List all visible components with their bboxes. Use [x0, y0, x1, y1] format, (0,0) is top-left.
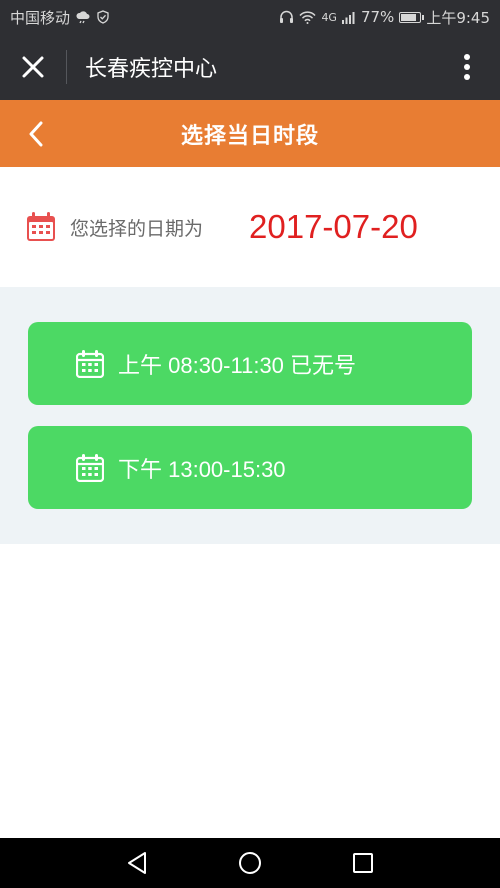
weather-cloud-icon	[76, 11, 90, 24]
calendar-icon	[76, 453, 104, 482]
page-title: 选择当日时段	[180, 123, 319, 149]
status-right: 4G 77% 上午9:45	[279, 7, 490, 28]
page-header: 选择当日时段	[0, 100, 500, 167]
time-slots-area: 上午 08:30-11:30 已无号 下午 13:00-15:30	[0, 287, 500, 544]
time-slot-morning[interactable]: 上午 08:30-11:30 已无号	[28, 322, 472, 405]
headset-icon	[280, 10, 294, 23]
time-slot-afternoon[interactable]: 下午 13:00-15:30	[28, 426, 472, 509]
date-label: 您选择的日期为	[70, 217, 204, 240]
chevron-left-icon	[29, 121, 43, 146]
back-button[interactable]	[16, 100, 56, 167]
nav-recents-button[interactable]	[343, 843, 383, 883]
time-slot-label: 下午 13:00-15:30	[118, 456, 286, 482]
clock: 上午9:45	[426, 8, 490, 27]
nav-home-button[interactable]	[230, 843, 270, 883]
nav-back-button[interactable]	[117, 843, 157, 883]
home-circle-icon	[238, 852, 261, 874]
battery-percent: 77%	[360, 8, 395, 26]
close-button[interactable]	[0, 34, 66, 100]
recents-square-icon	[353, 853, 374, 873]
status-bar: 中国移动 4G 77% 上午9:45	[0, 0, 500, 34]
battery-icon	[399, 11, 425, 23]
carrier-label: 中国移动	[10, 8, 71, 27]
calendar-icon	[76, 349, 104, 378]
wifi-icon	[299, 10, 316, 24]
selected-date-row: 您选择的日期为 2017-07-20	[0, 167, 500, 287]
system-nav-bar	[0, 838, 500, 888]
close-icon	[22, 56, 44, 78]
signal-icon	[341, 11, 355, 24]
network-type: 4G	[321, 10, 337, 24]
more-options-button[interactable]	[434, 34, 500, 100]
shield-check-icon	[97, 10, 109, 24]
back-triangle-icon	[127, 852, 146, 874]
app-bar: 长春疾控中心	[0, 34, 500, 100]
app-bar-divider	[66, 50, 67, 84]
date-value: 2017-07-20	[249, 208, 418, 245]
time-slot-label: 上午 08:30-11:30 已无号	[118, 352, 357, 378]
status-left: 中国移动	[10, 7, 110, 28]
more-vertical-icon	[464, 54, 470, 80]
calendar-icon	[27, 212, 55, 241]
app-title: 长春疾控中心	[85, 57, 218, 82]
